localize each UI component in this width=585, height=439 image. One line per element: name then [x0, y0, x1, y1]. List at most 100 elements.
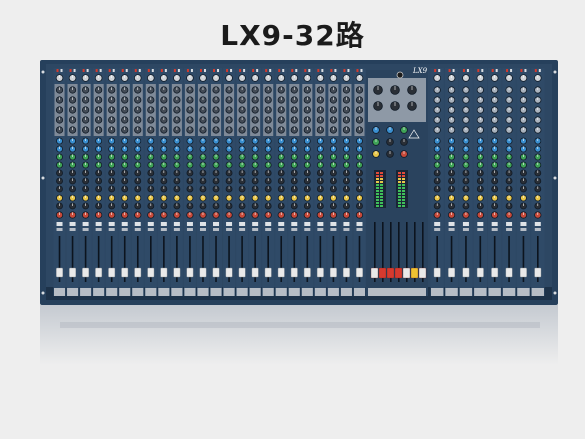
aux-send-knob[interactable]: [433, 185, 441, 193]
eq-knob[interactable]: [212, 116, 220, 124]
aux-send-knob[interactable]: [56, 202, 63, 210]
eq-knob[interactable]: [505, 126, 513, 134]
eq-knob[interactable]: [534, 116, 542, 124]
eq-knob[interactable]: [491, 96, 499, 104]
eq-knob[interactable]: [491, 116, 499, 124]
gain-knob[interactable]: [277, 74, 286, 82]
aux-send-knob[interactable]: [290, 145, 298, 153]
mute-button[interactable]: [448, 222, 455, 226]
aux-send-knob[interactable]: [534, 161, 542, 169]
eq-knob[interactable]: [68, 96, 77, 104]
aux-send-knob[interactable]: [303, 177, 311, 185]
eq-knob[interactable]: [173, 96, 181, 104]
pad-switch[interactable]: [330, 69, 333, 72]
gain-knob[interactable]: [225, 74, 233, 82]
pad-switch[interactable]: [506, 69, 509, 72]
aux-send-knob[interactable]: [160, 153, 168, 161]
aux-send-knob[interactable]: [134, 194, 142, 202]
aux-send-knob[interactable]: [95, 161, 103, 169]
mute-button[interactable]: [343, 222, 350, 226]
pan-knob[interactable]: [147, 211, 155, 219]
channel-fader[interactable]: [290, 267, 298, 278]
eq-knob[interactable]: [355, 96, 364, 104]
pan-knob[interactable]: [491, 211, 499, 219]
aux-send-knob[interactable]: [343, 161, 350, 169]
eq-knob[interactable]: [462, 106, 470, 114]
aux-send-knob[interactable]: [329, 169, 337, 177]
pan-knob[interactable]: [186, 211, 194, 219]
aux-send-knob[interactable]: [186, 185, 194, 193]
eq-knob[interactable]: [491, 86, 499, 94]
aux-send-knob[interactable]: [290, 194, 298, 202]
gain-knob[interactable]: [238, 74, 246, 82]
aux-send-knob[interactable]: [238, 137, 246, 145]
master-knob[interactable]: [373, 85, 383, 95]
aux-send-knob[interactable]: [108, 194, 116, 202]
eq-knob[interactable]: [264, 116, 272, 124]
gain-knob[interactable]: [462, 74, 470, 82]
aux-send-knob[interactable]: [520, 161, 527, 169]
channel-fader[interactable]: [134, 267, 142, 278]
aux-send-knob[interactable]: [95, 145, 103, 153]
pan-knob[interactable]: [55, 211, 64, 219]
aux-send-knob[interactable]: [343, 153, 350, 161]
master-fader[interactable]: [378, 267, 387, 279]
eq-knob[interactable]: [108, 126, 116, 134]
aux-send-knob[interactable]: [251, 194, 259, 202]
pan-knob[interactable]: [199, 211, 207, 219]
pfl-button[interactable]: [56, 228, 63, 231]
aux-send-knob[interactable]: [160, 202, 168, 210]
aux-send-knob[interactable]: [238, 185, 246, 193]
aux-send-knob[interactable]: [329, 202, 337, 210]
pan-knob[interactable]: [342, 211, 351, 219]
aux-send-knob[interactable]: [290, 137, 298, 145]
eq-knob[interactable]: [160, 96, 168, 104]
mute-button[interactable]: [278, 222, 285, 226]
aux-send-knob[interactable]: [520, 194, 527, 202]
eq-knob[interactable]: [447, 116, 456, 124]
channel-fader[interactable]: [329, 267, 337, 278]
gain-knob[interactable]: [534, 74, 542, 82]
aux-send-knob[interactable]: [303, 137, 311, 145]
aux-send-knob[interactable]: [277, 145, 285, 153]
pfl-button[interactable]: [147, 228, 154, 231]
aux-send-knob[interactable]: [520, 145, 527, 153]
eq-knob[interactable]: [199, 86, 207, 94]
eq-knob[interactable]: [505, 86, 513, 94]
aux-send-knob[interactable]: [69, 169, 76, 177]
aux-send-knob[interactable]: [251, 185, 259, 193]
aux-send-knob[interactable]: [199, 169, 207, 177]
eq-knob[interactable]: [505, 116, 513, 124]
phase-switch[interactable]: [138, 69, 141, 72]
pan-knob[interactable]: [225, 211, 233, 219]
eq-knob[interactable]: [238, 106, 246, 114]
aux-send-knob[interactable]: [290, 202, 298, 210]
aux-send-knob[interactable]: [173, 177, 181, 185]
eq-knob[interactable]: [55, 106, 64, 114]
aux-send-knob[interactable]: [160, 161, 168, 169]
channel-fader[interactable]: [264, 267, 272, 278]
eq-knob[interactable]: [82, 96, 90, 104]
aux-send-knob[interactable]: [121, 202, 129, 210]
eq-knob[interactable]: [173, 106, 181, 114]
pad-switch[interactable]: [343, 69, 346, 72]
pad-switch[interactable]: [462, 69, 465, 72]
pad-switch[interactable]: [213, 69, 216, 72]
eq-knob[interactable]: [342, 106, 351, 114]
eq-knob[interactable]: [160, 106, 168, 114]
master-fader[interactable]: [410, 267, 419, 279]
pad-switch[interactable]: [173, 69, 176, 72]
master-aux-knob[interactable]: [386, 138, 394, 146]
aux-send-knob[interactable]: [95, 153, 103, 161]
pfl-button[interactable]: [356, 228, 363, 231]
eq-knob[interactable]: [95, 126, 103, 134]
aux-send-knob[interactable]: [173, 185, 181, 193]
pfl-button[interactable]: [462, 228, 469, 231]
aux-send-knob[interactable]: [520, 185, 527, 193]
aux-send-knob[interactable]: [134, 161, 142, 169]
phase-switch[interactable]: [217, 69, 220, 72]
pad-switch[interactable]: [147, 69, 150, 72]
eq-knob[interactable]: [534, 86, 542, 94]
aux-send-knob[interactable]: [520, 153, 527, 161]
aux-send-knob[interactable]: [491, 202, 499, 210]
